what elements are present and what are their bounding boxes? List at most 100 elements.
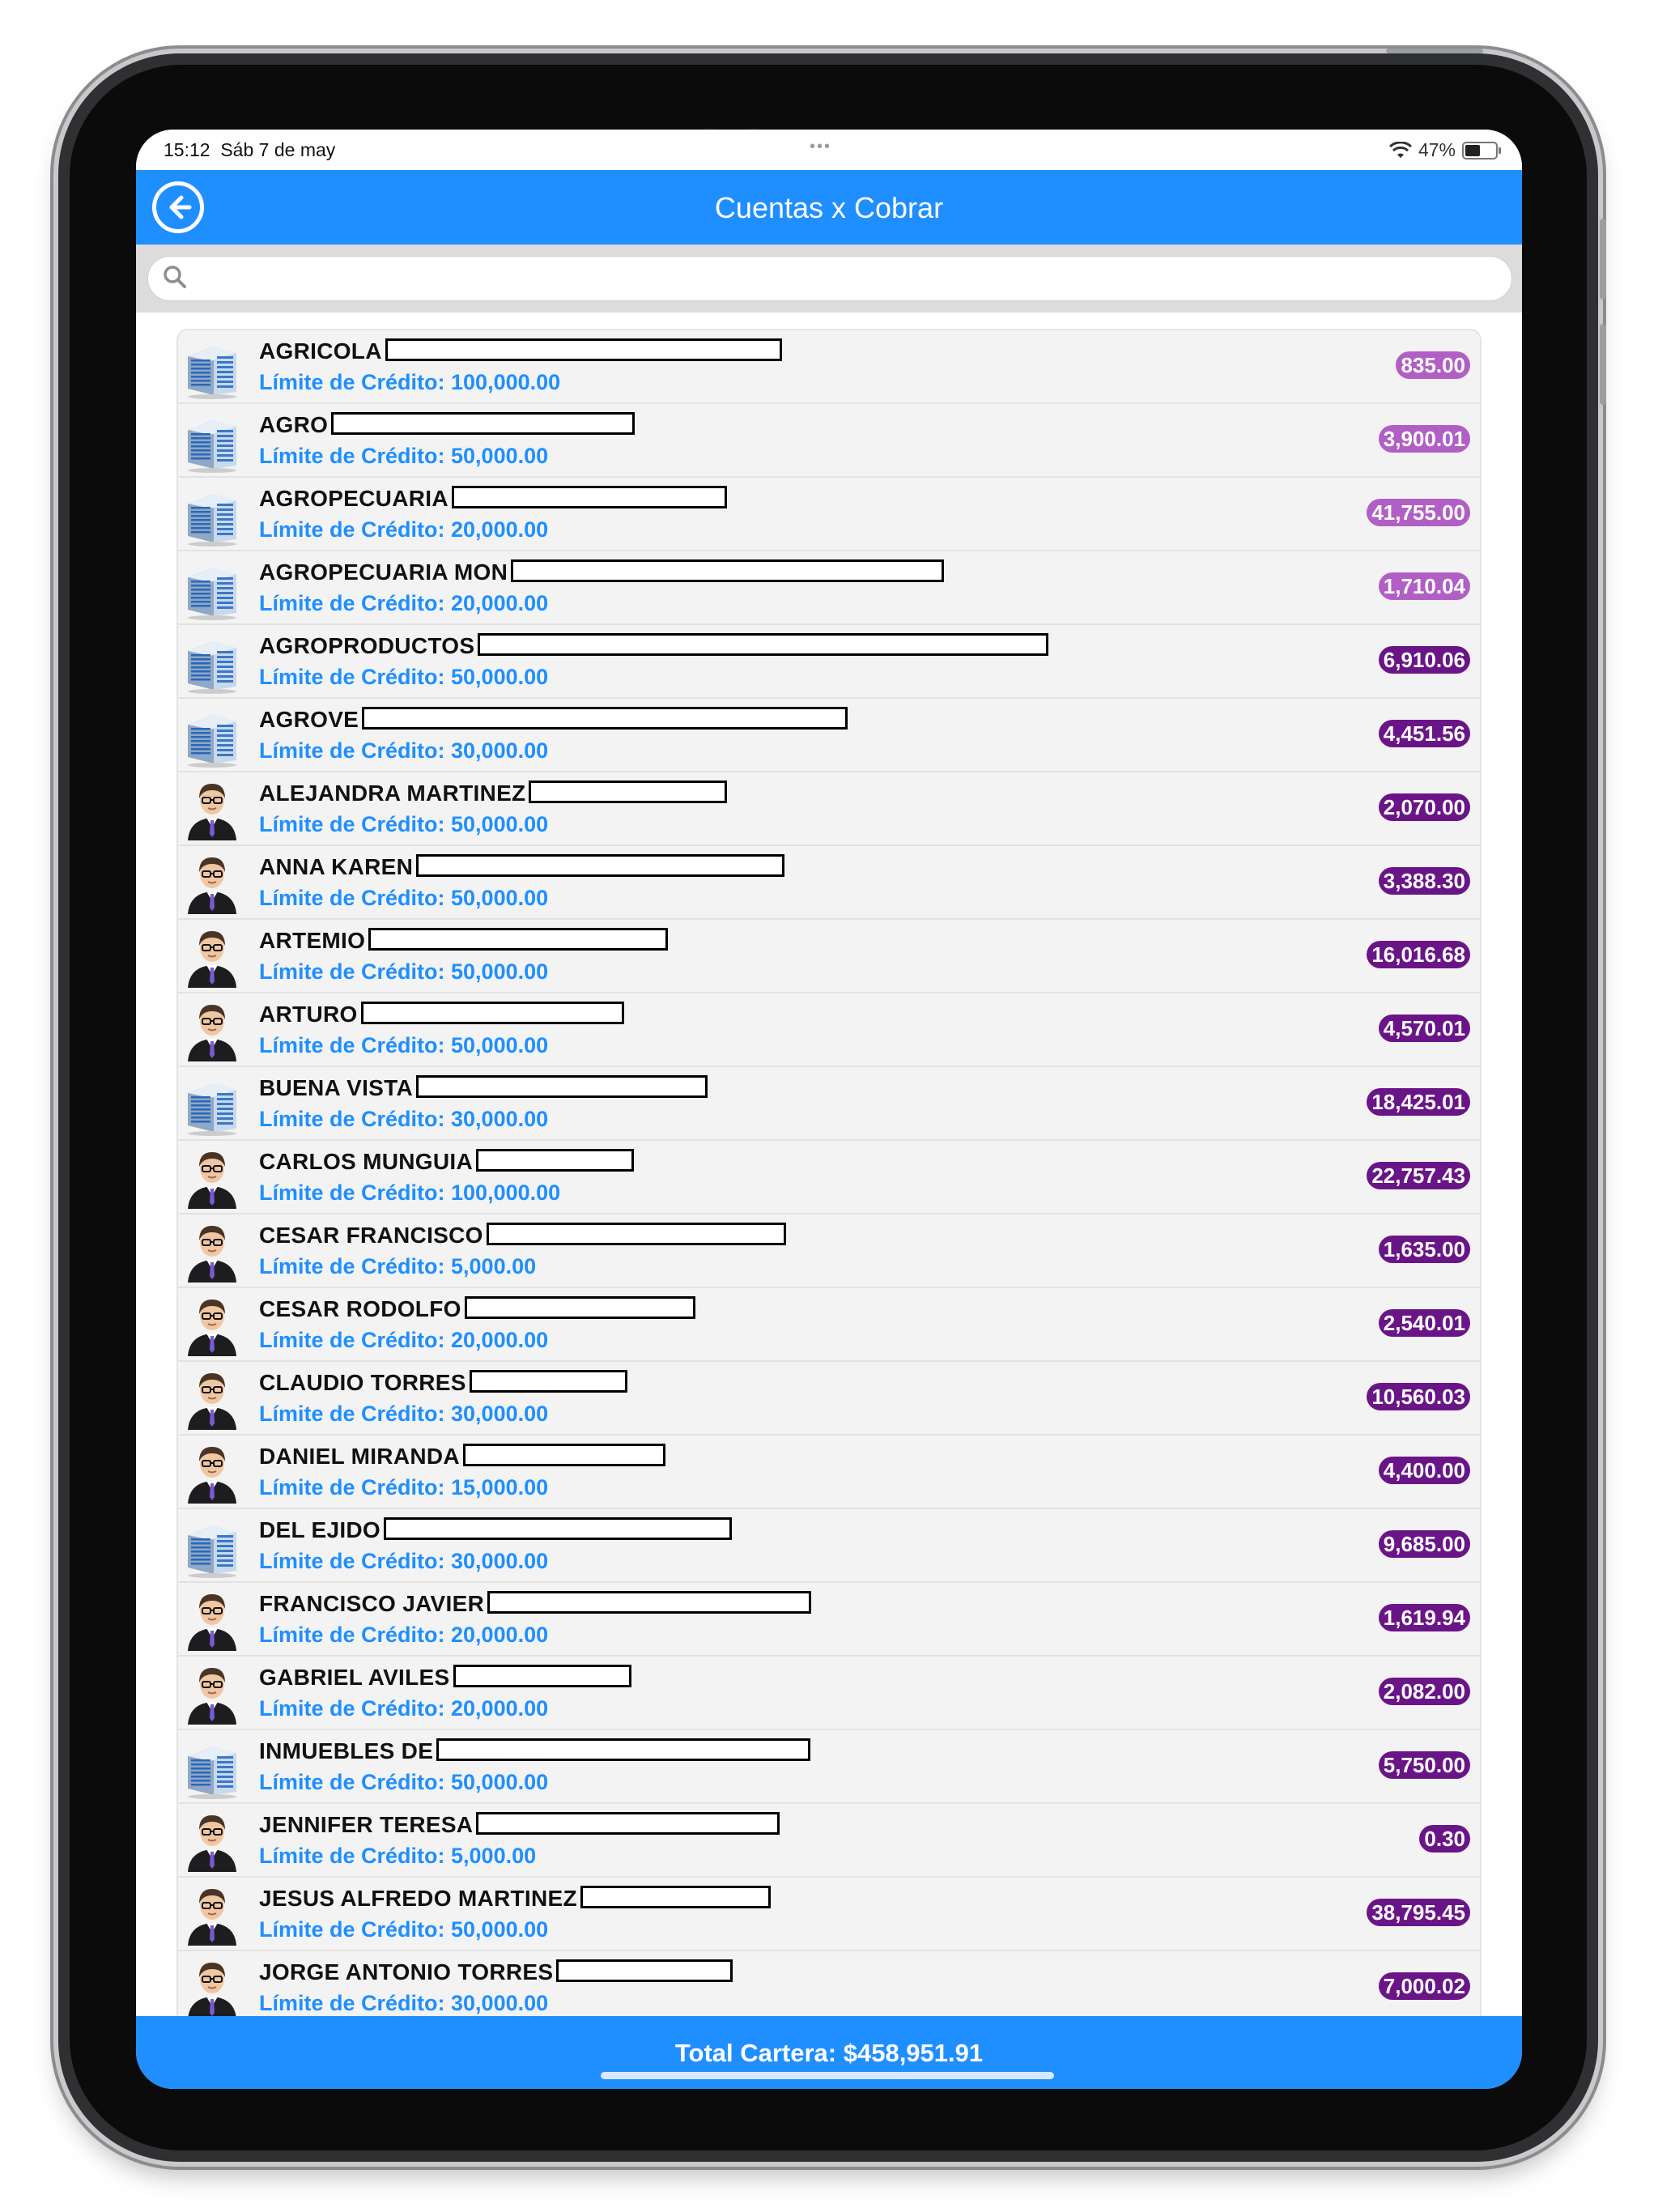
account-row[interactable]: INMUEBLES DE Límite de Crédito: 50,000.00… [178, 1730, 1480, 1804]
balance-badge: 2,540.01 [1378, 1309, 1470, 1337]
account-row[interactable]: ARTEMIO Límite de Crédito: 50,000.00 16,01… [178, 920, 1480, 993]
credit-limit: Límite de Crédito: 100,000.00 [259, 1180, 561, 1205]
nav-bar: Cuentas x Cobrar [136, 170, 1522, 245]
credit-limit: Límite de Crédito: 20,000.00 [259, 1328, 549, 1352]
account-row[interactable]: DEL EJIDO Límite de Crédito: 30,000.00 9,6… [178, 1509, 1480, 1583]
account-name: ARTURO [259, 1002, 358, 1027]
credit-limit: Límite de Crédito: 50,000.00 [259, 1917, 549, 1942]
account-row[interactable]: JESUS ALFREDO MARTINEZ Límite de Crédito:… [178, 1878, 1480, 1951]
account-row[interactable]: AGROPRODUCTOS Límite de Crédito: 50,000.0… [178, 625, 1480, 699]
volume-up-button [1600, 219, 1606, 300]
top-power-button [1386, 49, 1483, 53]
balance-badge: 3,900.01 [1378, 425, 1470, 453]
account-name: FRANCISCO JAVIER [259, 1591, 485, 1616]
balance-badge: 835.00 [1396, 351, 1470, 379]
account-row[interactable]: JENNIFER TERESA Límite de Crédito: 5,000.… [178, 1804, 1480, 1878]
account-row[interactable]: GABRIEL AVILES Límite de Crédito: 20,000.… [178, 1657, 1480, 1730]
person-avatar-icon [181, 925, 243, 989]
account-name: CESAR FRANCISCO [259, 1223, 483, 1248]
credit-limit: Límite de Crédito: 30,000.00 [259, 1991, 549, 2015]
balance-badge: 0.30 [1419, 1825, 1470, 1853]
credit-limit: Límite de Crédito: 30,000.00 [259, 1107, 549, 1131]
account-name: GABRIEL AVILES [259, 1665, 450, 1690]
building-icon [181, 409, 243, 474]
account-row[interactable]: CESAR FRANCISCO Límite de Crédito: 5,000.… [178, 1214, 1480, 1288]
account-row[interactable]: CESAR RODOLFO Límite de Crédito: 20,000.0… [178, 1288, 1480, 1362]
account-name: DEL EJIDO [259, 1517, 381, 1542]
person-avatar-icon [181, 1219, 243, 1284]
building-icon [181, 483, 243, 547]
account-row[interactable]: FRANCISCO JAVIER Límite de Crédito: 20,00… [178, 1583, 1480, 1657]
account-row[interactable]: AGROVE Límite de Crédito: 30,000.00 4,451.… [178, 699, 1480, 772]
balance-badge: 1,619.94 [1378, 1604, 1470, 1631]
person-avatar-icon [181, 1809, 243, 1874]
multitasking-dots[interactable]: ••• [810, 138, 831, 156]
account-row[interactable]: AGRO Límite de Crédito: 50,000.00 3,900.01 [178, 404, 1480, 478]
account-name: BUENA VISTA [259, 1075, 413, 1100]
person-avatar-icon [181, 1367, 243, 1431]
account-row[interactable]: CLAUDIO TORRES Límite de Crédito: 30,000.… [178, 1362, 1480, 1436]
credit-limit: Límite de Crédito: 30,000.00 [259, 738, 549, 763]
account-row[interactable]: JORGE ANTONIO TORRES Límite de Crédito: 3… [178, 1951, 1480, 2016]
redaction-box [478, 633, 1048, 656]
account-name: AGROPECUARIA [259, 486, 449, 511]
credit-limit: Límite de Crédito: 100,000.00 [259, 370, 561, 394]
accounts-list-container[interactable]: AGRICOLA Límite de Crédito: 100,000.00 835… [136, 313, 1522, 2016]
credit-limit: Límite de Crédito: 20,000.00 [259, 1696, 549, 1721]
account-row[interactable]: AGROPECUARIA MON Límite de Crédito: 20,00… [178, 551, 1480, 625]
account-row[interactable]: BUENA VISTA Límite de Crédito: 30,000.00 1… [178, 1067, 1480, 1141]
accounts-list: AGRICOLA Límite de Crédito: 100,000.00 835… [176, 329, 1482, 2016]
building-icon [181, 1072, 243, 1137]
home-indicator[interactable] [601, 2072, 1054, 2079]
redaction-box [470, 1370, 627, 1393]
credit-limit: Límite de Crédito: 5,000.00 [259, 1254, 537, 1278]
account-row[interactable]: AGROPECUARIA Límite de Crédito: 20,000.00… [178, 478, 1480, 551]
account-name: INMUEBLES DE [259, 1738, 434, 1763]
account-row[interactable]: ANNA KAREN Límite de Crédito: 50,000.00 3,… [178, 846, 1480, 920]
balance-badge: 1,710.04 [1378, 572, 1470, 600]
credit-limit: Límite de Crédito: 50,000.00 [259, 1770, 549, 1794]
search-input[interactable] [198, 263, 1495, 296]
status-bar: 15:12 Sáb 7 de may ••• 47% [136, 130, 1522, 170]
credit-limit: Límite de Crédito: 20,000.00 [259, 517, 549, 542]
account-name: ANNA KAREN [259, 854, 414, 879]
redaction-box [463, 1444, 665, 1466]
balance-badge: 10,560.03 [1367, 1383, 1470, 1410]
account-row[interactable]: DANIEL MIRANDA Límite de Crédito: 15,000.… [178, 1436, 1480, 1509]
balance-badge: 4,400.00 [1378, 1457, 1470, 1484]
battery-percent: 47% [1418, 139, 1456, 160]
search-bar [136, 245, 1522, 313]
balance-badge: 18,425.01 [1367, 1088, 1470, 1116]
redaction-box [361, 1002, 624, 1024]
balance-badge: 1,635.00 [1378, 1236, 1470, 1263]
search-box[interactable] [147, 256, 1512, 301]
redaction-box [331, 412, 635, 435]
wifi-icon [1388, 141, 1412, 158]
credit-limit: Límite de Crédito: 5,000.00 [259, 1844, 537, 1868]
credit-limit: Límite de Crédito: 20,000.00 [259, 591, 549, 615]
person-avatar-icon [181, 1440, 243, 1505]
credit-limit: Límite de Crédito: 20,000.00 [259, 1623, 549, 1647]
account-row[interactable]: ARTURO Límite de Crédito: 50,000.00 4,570.… [178, 993, 1480, 1067]
credit-limit: Límite de Crédito: 50,000.00 [259, 959, 549, 984]
building-icon [181, 1735, 243, 1800]
account-name: AGROVE [259, 707, 359, 732]
redaction-box [487, 1223, 786, 1245]
page-title: Cuentas x Cobrar [714, 191, 944, 224]
balance-badge: 5,750.00 [1378, 1751, 1470, 1779]
redaction-box [385, 338, 782, 361]
redaction-box [580, 1886, 771, 1908]
account-name: AGRICOLA [259, 338, 382, 364]
account-name: CLAUDIO TORRES [259, 1370, 466, 1395]
account-name: AGROPECUARIA MON [259, 559, 508, 585]
balance-badge: 38,795.45 [1367, 1899, 1470, 1926]
footer-bar: Total Cartera: $458,951.91 [136, 2016, 1522, 2089]
account-row[interactable]: CARLOS MUNGUIA Límite de Crédito: 100,000… [178, 1141, 1480, 1214]
redaction-box [556, 1959, 733, 1982]
account-row[interactable]: ALEJANDRA MARTINEZ Límite de Crédito: 50,… [178, 772, 1480, 846]
redaction-box [416, 854, 784, 877]
balance-badge: 41,755.00 [1367, 499, 1470, 526]
redaction-box [416, 1075, 708, 1098]
account-row[interactable]: AGRICOLA Límite de Crédito: 100,000.00 835… [178, 330, 1480, 404]
redaction-box [465, 1296, 695, 1319]
